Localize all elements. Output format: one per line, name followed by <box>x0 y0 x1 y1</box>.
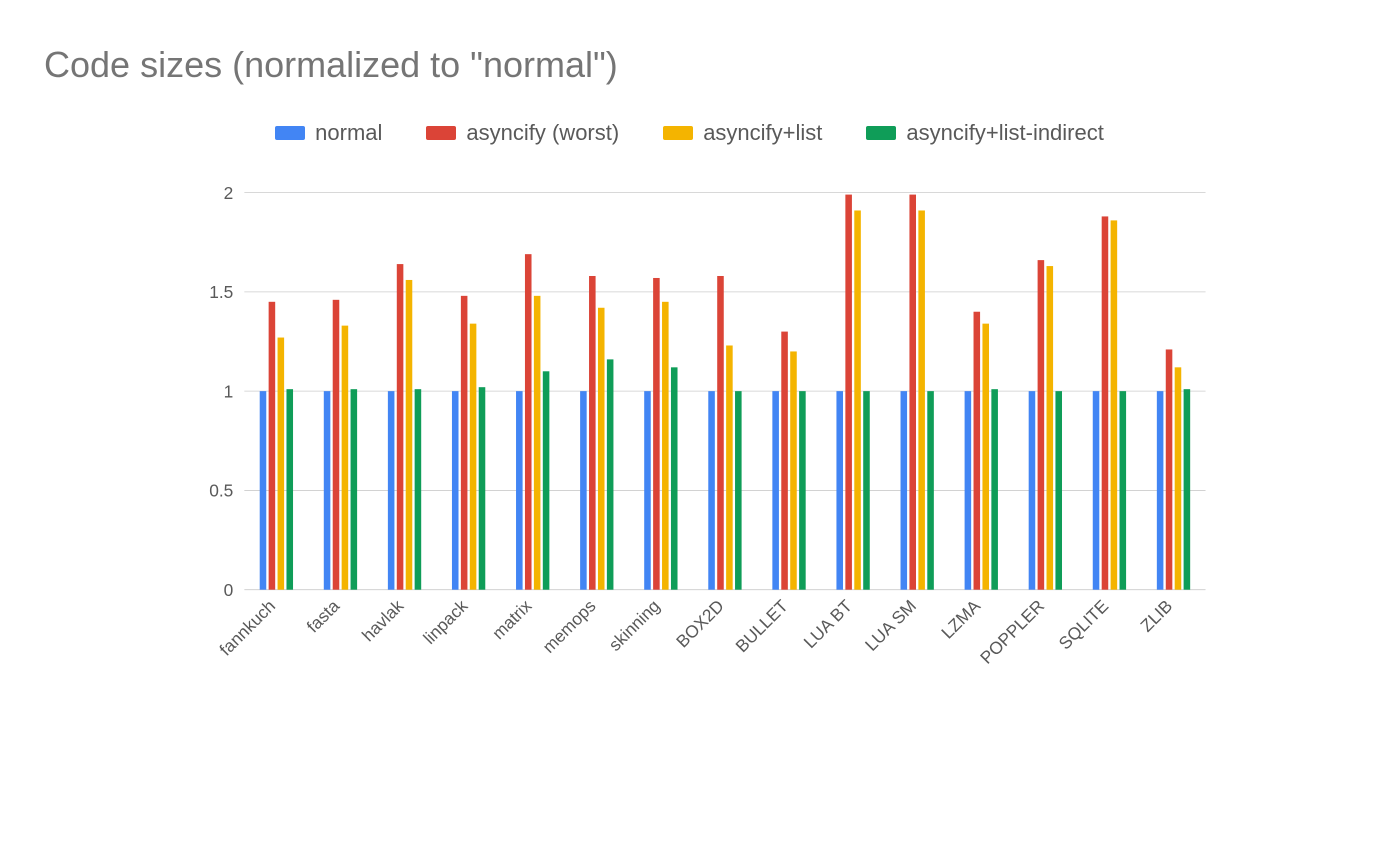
bar <box>534 296 541 590</box>
x-tick-label: havlak <box>358 595 408 645</box>
x-tick-label: BULLET <box>731 595 792 656</box>
x-tick-label: LZMA <box>937 595 984 642</box>
bar <box>479 387 486 590</box>
legend-item-asyncify-worst: asyncify (worst) <box>426 120 619 146</box>
bar <box>598 308 605 590</box>
bar <box>836 391 843 590</box>
bar <box>580 391 587 590</box>
bar <box>1093 391 1100 590</box>
legend-item-asyncify-list: asyncify+list <box>663 120 822 146</box>
bar <box>735 391 742 590</box>
bar <box>388 391 395 590</box>
bar <box>671 367 678 589</box>
bar <box>799 391 806 590</box>
chart-title: Code sizes (normalized to "normal") <box>44 44 618 86</box>
bar <box>342 326 349 590</box>
x-tick-label: LUA SM <box>861 596 920 655</box>
bar <box>974 312 981 590</box>
bar <box>982 324 989 590</box>
bar <box>1047 266 1054 590</box>
legend-swatch <box>275 126 305 140</box>
bar <box>516 391 523 590</box>
bar <box>269 302 276 590</box>
legend-label: asyncify+list-indirect <box>906 120 1103 146</box>
bar <box>726 345 733 589</box>
x-tick-label: LUA BT <box>800 595 857 652</box>
x-tick-label: BOX2D <box>672 596 728 652</box>
bar <box>1184 389 1191 590</box>
x-tick-label: fasta <box>303 595 344 636</box>
legend-item-normal: normal <box>275 120 382 146</box>
x-tick-label: linpack <box>419 595 472 648</box>
bar <box>854 210 861 589</box>
legend-swatch <box>866 126 896 140</box>
bar <box>1038 260 1045 590</box>
legend-swatch <box>426 126 456 140</box>
bar <box>1157 391 1164 590</box>
x-tick-label: skinning <box>605 596 664 655</box>
bar <box>918 210 925 589</box>
bar <box>790 351 797 589</box>
bar <box>901 391 908 590</box>
x-tick-label: matrix <box>488 595 536 643</box>
bar <box>525 254 532 590</box>
bar <box>662 302 669 590</box>
bar <box>1166 349 1173 589</box>
x-tick-label: ZLIB <box>1136 596 1176 636</box>
y-tick-label: 0 <box>224 580 234 600</box>
x-tick-label: SQLITE <box>1055 596 1113 654</box>
x-tick-label: POPPLER <box>976 596 1048 668</box>
bar <box>1029 391 1036 590</box>
bar <box>452 391 459 590</box>
bar <box>397 264 404 590</box>
x-tick-label: fannkuch <box>215 596 279 660</box>
bar <box>708 391 715 590</box>
bar <box>772 391 779 590</box>
bar <box>1055 391 1062 590</box>
bar <box>351 389 358 590</box>
chart-container: Code sizes (normalized to "normal") norm… <box>0 0 1379 852</box>
bar <box>781 332 788 590</box>
legend-item-asyncify-list-indirect: asyncify+list-indirect <box>866 120 1103 146</box>
y-tick-label: 1.5 <box>209 282 233 302</box>
y-tick-label: 0.5 <box>209 481 233 501</box>
bar <box>461 296 468 590</box>
bar <box>278 338 285 590</box>
legend: normal asyncify (worst) asyncify+list as… <box>0 120 1379 146</box>
bar <box>1102 216 1109 589</box>
y-tick-label: 1 <box>224 381 234 401</box>
bar <box>406 280 413 590</box>
bar <box>607 359 614 589</box>
bar <box>644 391 651 590</box>
chart-plot: 0 0.5 1 1.5 2 fannkuch fasta havlaklinpack matr… <box>96 180 1346 700</box>
legend-swatch <box>663 126 693 140</box>
bar <box>1111 220 1118 589</box>
bar <box>927 391 934 590</box>
bar <box>543 371 550 589</box>
bar <box>333 300 340 590</box>
bar <box>1175 367 1182 589</box>
x-tick-label: memops <box>538 595 599 656</box>
bar <box>1120 391 1127 590</box>
bar <box>909 195 916 590</box>
y-tick-label: 2 <box>224 183 234 203</box>
legend-label: asyncify+list <box>703 120 822 146</box>
bar <box>470 324 477 590</box>
bar <box>589 276 596 590</box>
bar <box>863 391 870 590</box>
bar <box>991 389 998 590</box>
bar <box>845 195 852 590</box>
bar <box>653 278 660 590</box>
bar <box>965 391 972 590</box>
bar <box>717 276 724 590</box>
legend-label: normal <box>315 120 382 146</box>
bar <box>286 389 293 590</box>
legend-label: asyncify (worst) <box>466 120 619 146</box>
bar <box>260 391 267 590</box>
bar <box>415 389 422 590</box>
bar <box>324 391 331 590</box>
